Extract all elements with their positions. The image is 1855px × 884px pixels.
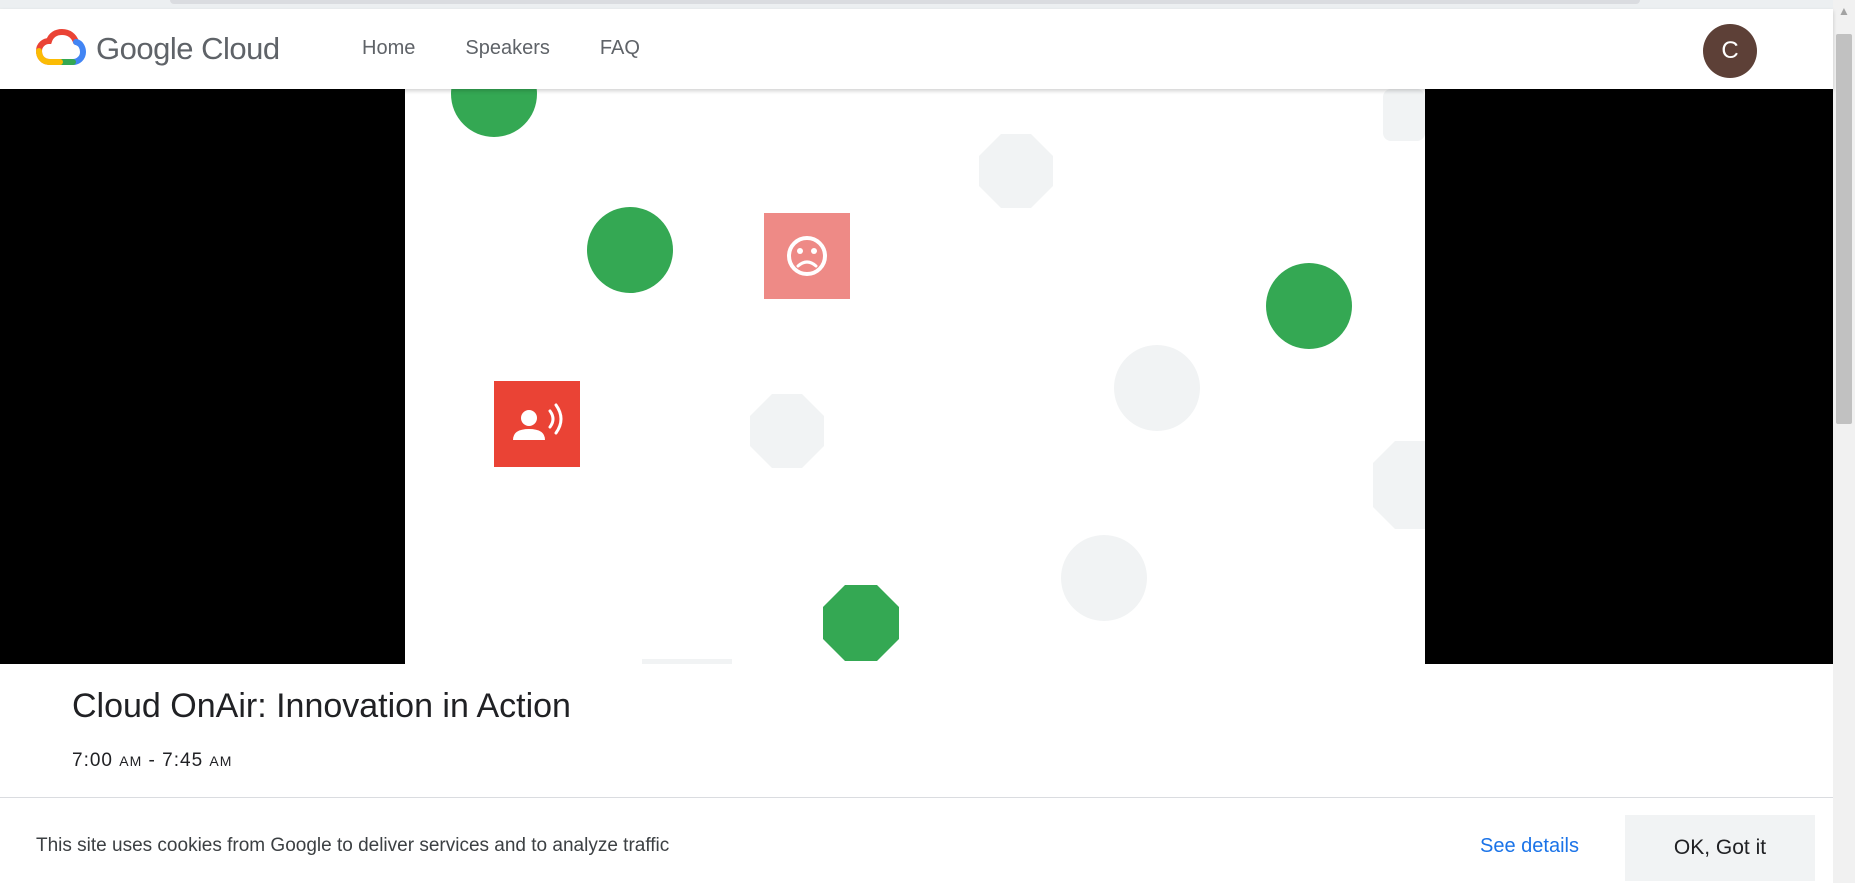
time-end-period: AM <box>209 753 233 769</box>
cloud-logo-icon <box>36 29 86 65</box>
nav-home[interactable]: Home <box>362 37 415 60</box>
gray-square <box>1383 89 1425 141</box>
green-circle <box>451 89 537 137</box>
video-frame <box>405 89 1425 664</box>
page-scrollbar[interactable]: ▲ <box>1833 0 1855 883</box>
gray-octagon <box>750 394 824 468</box>
ok-got-it-button[interactable]: OK, Got it <box>1625 815 1815 881</box>
time-start-period: AM <box>119 753 143 769</box>
gray-circle <box>1114 345 1200 431</box>
scroll-up-arrow-icon[interactable]: ▲ <box>1833 0 1855 22</box>
cookie-message: This site uses cookies from Google to de… <box>36 835 670 856</box>
gray-octagon <box>1373 441 1425 529</box>
video-frame-graphic <box>451 89 1425 664</box>
browser-top-strip <box>0 0 1833 9</box>
green-circle <box>587 207 673 293</box>
speaker-voice-icon <box>494 381 580 467</box>
gray-octagon <box>979 134 1053 208</box>
event-title: Cloud OnAir: Innovation in Action <box>72 687 571 725</box>
nav-speakers[interactable]: Speakers <box>465 37 550 60</box>
browser-tab-edge <box>170 0 1640 4</box>
video-player[interactable] <box>0 89 1833 664</box>
gray-square <box>642 659 732 664</box>
green-octagon <box>823 585 899 661</box>
event-time: 7:00 AM - 7:45 AM <box>72 750 232 772</box>
gray-circle <box>1061 535 1147 621</box>
main-nav: Home Speakers FAQ <box>362 37 690 60</box>
brand-name: Google Cloud <box>96 31 280 66</box>
cookie-banner: This site uses cookies from Google to de… <box>0 797 1833 884</box>
google-cloud-logo[interactable]: Google Cloud <box>36 29 280 69</box>
see-details-link[interactable]: See details <box>1480 835 1579 858</box>
time-end: 7:45 <box>162 750 204 771</box>
site-header: Google Cloud Home Speakers FAQ C <box>0 9 1833 89</box>
green-circle <box>1266 263 1352 349</box>
nav-faq[interactable]: FAQ <box>600 37 640 60</box>
scroll-thumb[interactable] <box>1836 34 1852 424</box>
time-separator: - <box>148 750 156 771</box>
avatar[interactable]: C <box>1703 24 1757 78</box>
sad-face-icon <box>764 213 850 299</box>
time-start: 7:00 <box>72 750 113 771</box>
